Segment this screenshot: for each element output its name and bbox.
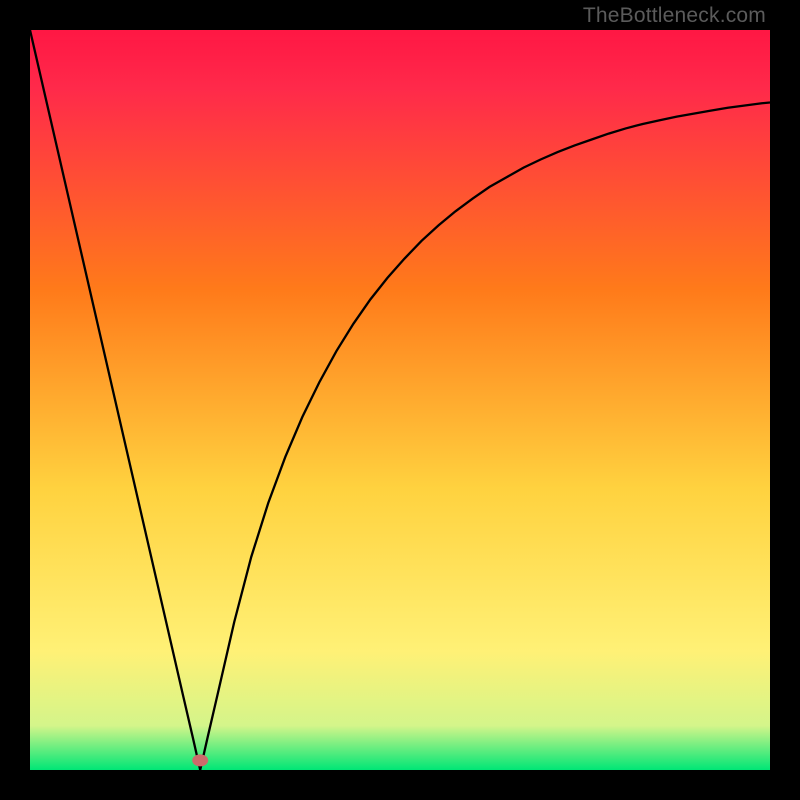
plot-area [30, 30, 770, 770]
watermark-text: TheBottleneck.com [583, 4, 766, 28]
gradient-background [30, 30, 770, 770]
chart-container: TheBottleneck.com [0, 0, 800, 800]
minimum-point-marker [192, 754, 208, 766]
chart-svg [30, 30, 770, 770]
